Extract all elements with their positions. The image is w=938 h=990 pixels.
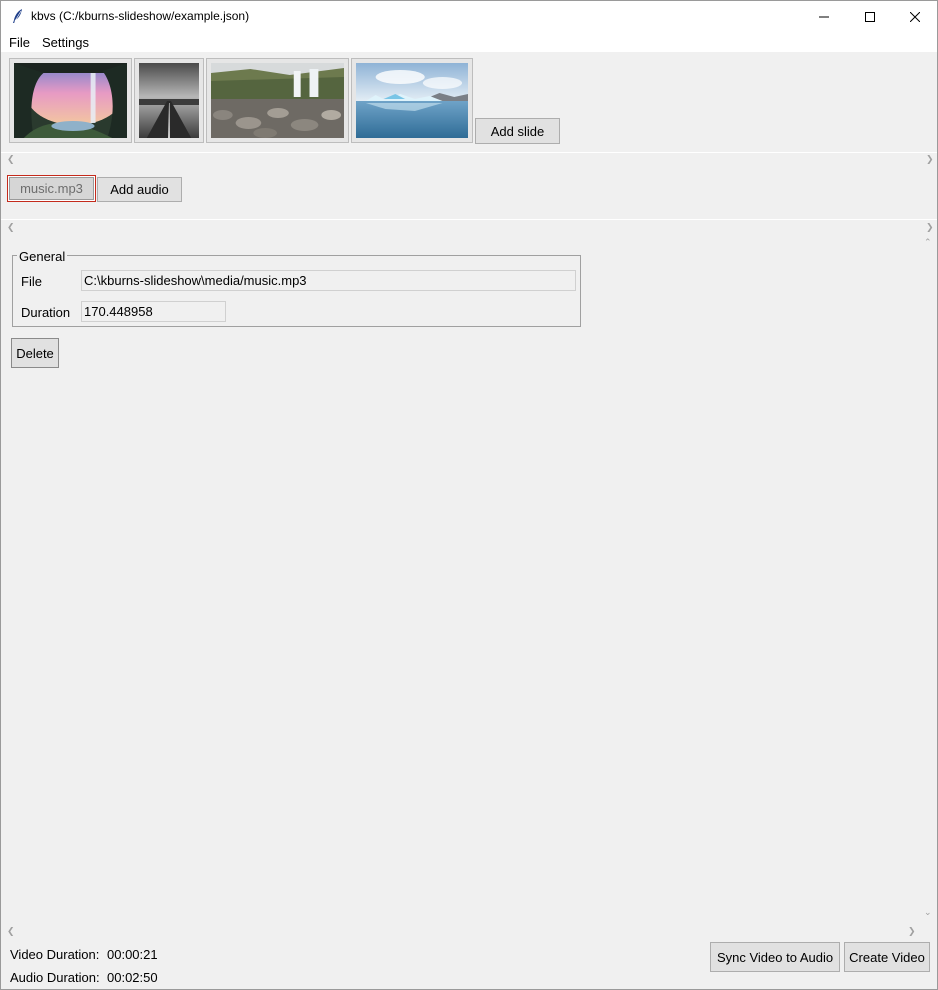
add-audio-button[interactable]: Add audio [97,177,182,202]
scroll-left-icon[interactable]: ❮ [7,222,15,233]
scroll-down-icon[interactable]: ⌄ [924,907,932,918]
menu-settings[interactable]: Settings [42,35,89,50]
audio-strip: music.mp3 Add audio [1,169,937,219]
slide-image [211,63,344,138]
slide-thumbnail[interactable] [134,58,204,143]
delete-button[interactable]: Delete [11,338,59,368]
properties-vscrollbar[interactable]: ⌃ ⌄ [920,235,937,925]
maximize-icon [865,11,875,22]
divider [1,152,937,153]
minimize-icon [819,16,829,17]
video-duration-value: 00:00:21 [107,947,158,962]
slide-image [14,63,127,138]
slides-hscrollbar[interactable]: ❮ ❯ [1,153,937,167]
divider [1,219,937,220]
close-icon [910,11,920,22]
general-legend: General [17,249,68,264]
feather-icon [10,8,26,24]
properties-hscrollbar[interactable]: ❮ ❯ [1,925,937,939]
video-duration-label: Video Duration: [10,947,100,962]
file-field[interactable]: C:\kburns-slideshow\media/music.mp3 [81,270,576,291]
minimize-button[interactable] [801,1,847,32]
scroll-right-icon[interactable]: ❯ [926,222,934,233]
maximize-button[interactable] [847,1,893,32]
scroll-left-icon[interactable]: ❮ [7,154,15,165]
audio-duration-value: 00:02:50 [107,970,158,985]
close-button[interactable] [892,1,938,32]
scroll-right-icon[interactable]: ❯ [926,154,934,165]
duration-label: Duration [21,305,71,320]
app-window: kbvs (C:/kburns-slideshow/example.json) … [0,0,938,990]
sync-video-to-audio-button[interactable]: Sync Video to Audio [710,942,840,972]
scroll-up-icon[interactable]: ⌃ [924,237,932,248]
slide-thumbnail[interactable] [9,58,132,143]
title-bar: kbvs (C:/kburns-slideshow/example.json) [1,1,937,32]
add-slide-button[interactable]: Add slide [475,118,560,144]
slide-thumbnail[interactable] [351,58,473,143]
audio-hscrollbar[interactable]: ❮ ❯ [1,221,937,235]
create-video-button[interactable]: Create Video [844,942,930,972]
file-label: File [21,274,42,289]
slide-thumbnail[interactable] [206,58,349,143]
scroll-right-icon[interactable]: ❯ [908,926,916,937]
slide-image [139,63,199,138]
audio-item-button[interactable]: music.mp3 [7,175,96,202]
slides-strip: Add slide [1,52,937,152]
menu-bar: File Settings [1,32,937,52]
scroll-left-icon[interactable]: ❮ [7,926,15,937]
audio-duration-label: Audio Duration: [10,970,100,985]
duration-field[interactable]: 170.448958 [81,301,226,322]
slide-image [356,63,468,138]
window-title: kbvs (C:/kburns-slideshow/example.json) [31,9,250,23]
menu-file[interactable]: File [9,35,30,50]
